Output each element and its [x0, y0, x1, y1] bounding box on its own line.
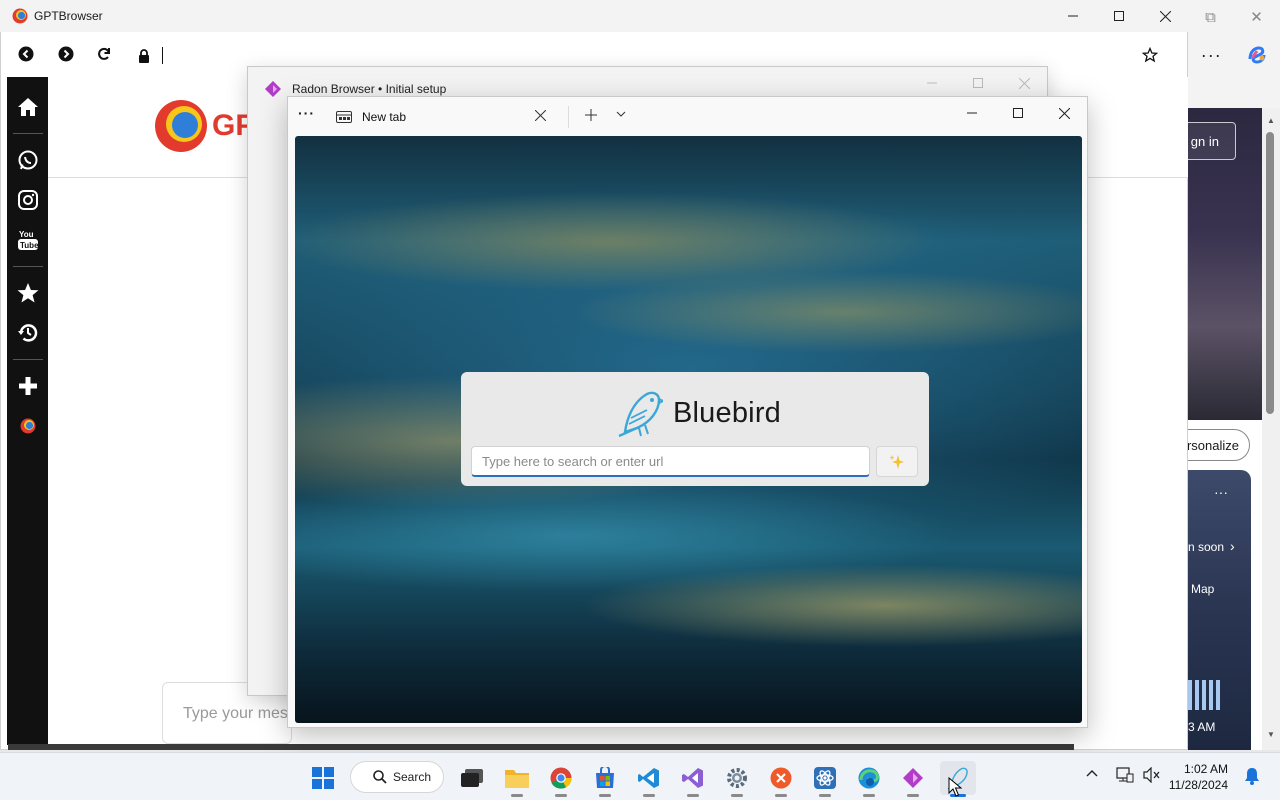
whatsapp-icon[interactable] [7, 140, 48, 180]
more-options-icon[interactable]: ··· [1201, 45, 1222, 66]
tab-close-icon[interactable] [535, 110, 546, 121]
chrome-icon[interactable] [543, 761, 579, 797]
mouse-cursor-icon [948, 777, 962, 797]
radon-window-title: Radon Browser • Initial setup [292, 82, 447, 96]
scroll-down-icon[interactable]: ▼ [1267, 730, 1275, 739]
map-label: Map [1191, 582, 1215, 596]
card-menu-icon[interactable]: ··· [1214, 484, 1228, 500]
bluebird-logo: Bluebird [617, 388, 781, 438]
chevron-up-icon[interactable] [1086, 769, 1098, 777]
radon-taskbar-icon[interactable] [895, 761, 931, 797]
clock-date: 11/28/2024 [1168, 778, 1228, 792]
notification-bell-icon[interactable] [1244, 767, 1260, 785]
edge-icon[interactable] [851, 761, 887, 797]
background-window-controls: ⧉ ✕ [1188, 0, 1280, 34]
file-explorer-icon[interactable] [499, 761, 535, 797]
bar-graphic [1188, 680, 1220, 710]
tab-list-chevron-down-icon[interactable] [616, 111, 626, 118]
ai-sparkle-button[interactable] [876, 446, 918, 477]
gptbrowser-logo: GP [154, 99, 255, 153]
clock-time: 1:02 AM [1183, 762, 1228, 776]
search-icon [373, 770, 387, 784]
divider [12, 359, 43, 360]
bluebird-logo-icon [618, 391, 663, 438]
radon-minimize-button[interactable] [909, 67, 955, 99]
taskbar-search-button[interactable]: Search [350, 761, 444, 793]
forward-icon[interactable] [58, 46, 74, 62]
vscode-icon[interactable] [631, 761, 667, 797]
scrollbar-thumb[interactable] [1266, 132, 1274, 414]
bottom-strip [8, 744, 1074, 750]
new-tab-icon[interactable] [585, 109, 597, 121]
taskbar-search-label: Search [393, 770, 432, 784]
close-button[interactable] [1142, 0, 1188, 32]
microsoft-store-icon[interactable] [587, 761, 623, 797]
address-bar[interactable] [126, 42, 1172, 69]
bluebird-close-button[interactable] [1041, 97, 1087, 129]
radon-close-button[interactable] [1001, 67, 1047, 99]
gptbrowser-app-icon [12, 8, 28, 24]
divider [12, 266, 43, 267]
tab-divider [568, 106, 569, 128]
minimize-button[interactable] [1050, 0, 1096, 32]
close-icon[interactable]: ✕ [1250, 8, 1263, 26]
svg-text:You: You [19, 230, 34, 239]
text-cursor [162, 47, 163, 64]
restore-icon[interactable]: ⧉ [1205, 9, 1216, 26]
back-icon[interactable] [18, 46, 34, 62]
url-search-input[interactable] [471, 446, 870, 477]
background-toolbar: ··· [1188, 34, 1280, 76]
bluebird-minimize-button[interactable] [949, 97, 995, 129]
network-icon[interactable] [1116, 767, 1134, 783]
bluebird-maximize-button[interactable] [995, 97, 1041, 129]
bluebird-tabbar: ··· New tab [288, 97, 1087, 135]
favorites-star-icon[interactable] [7, 273, 48, 313]
home-icon[interactable] [7, 87, 48, 127]
add-icon[interactable] [7, 366, 48, 406]
task-view-icon[interactable] [454, 761, 490, 795]
taskbar-clock[interactable]: 1:02 AM 11/28/2024 [1168, 761, 1228, 793]
visual-studio-icon[interactable] [675, 761, 711, 797]
atom-app-icon[interactable] [807, 761, 843, 797]
weather-card[interactable]: ··· n soon › Map 3 AM [1188, 470, 1251, 750]
svg-text:Tube: Tube [20, 241, 39, 250]
settings-gear-icon[interactable] [719, 761, 755, 797]
scroll-up-icon[interactable]: ▲ [1267, 116, 1275, 125]
sparkle-icon [889, 454, 904, 469]
refresh-icon[interactable] [96, 46, 112, 62]
tab-label: New tab [362, 110, 407, 124]
maximize-button[interactable] [1096, 0, 1142, 32]
time-label: 3 AM [1188, 720, 1216, 734]
tab-new-tab[interactable]: New tab [328, 102, 560, 132]
window-title: GPTBrowser [34, 9, 103, 23]
radon-maximize-button[interactable] [955, 67, 1001, 99]
radon-app-icon [264, 80, 282, 98]
gptbrowser-logo-icon [155, 100, 207, 152]
search-card: Bluebird [461, 372, 929, 486]
windows-taskbar: Search 1:02 AM 11/28/2024 [0, 752, 1280, 800]
lock-icon [138, 49, 150, 63]
gptbrowser-logo-icon[interactable] [7, 406, 48, 446]
bluebird-window: ··· New tab Bluebird Type here to search… [287, 96, 1088, 728]
gptbrowser-titlebar: GPTBrowser [0, 0, 1188, 32]
bluebird-brand-name: Bluebird [673, 396, 781, 429]
history-icon[interactable] [7, 313, 48, 353]
new-tab-background-image: Bluebird [295, 136, 1082, 723]
coming-soon-label: n soon [1188, 540, 1225, 554]
gptbrowser-sidebar: You Tube [7, 77, 48, 745]
divider [12, 133, 43, 134]
chevron-right-icon: › [1230, 538, 1235, 554]
bookmark-star-icon[interactable] [1142, 47, 1158, 63]
tab-page-icon [336, 111, 352, 123]
volume-muted-icon[interactable] [1143, 767, 1161, 783]
red-close-app-icon[interactable] [763, 761, 799, 797]
copilot-icon[interactable] [1247, 45, 1267, 65]
instagram-icon[interactable] [7, 180, 48, 220]
youtube-icon[interactable]: You Tube [7, 220, 48, 260]
windows-start-icon[interactable] [305, 761, 341, 795]
bluebird-menu-icon[interactable]: ··· [298, 105, 315, 121]
